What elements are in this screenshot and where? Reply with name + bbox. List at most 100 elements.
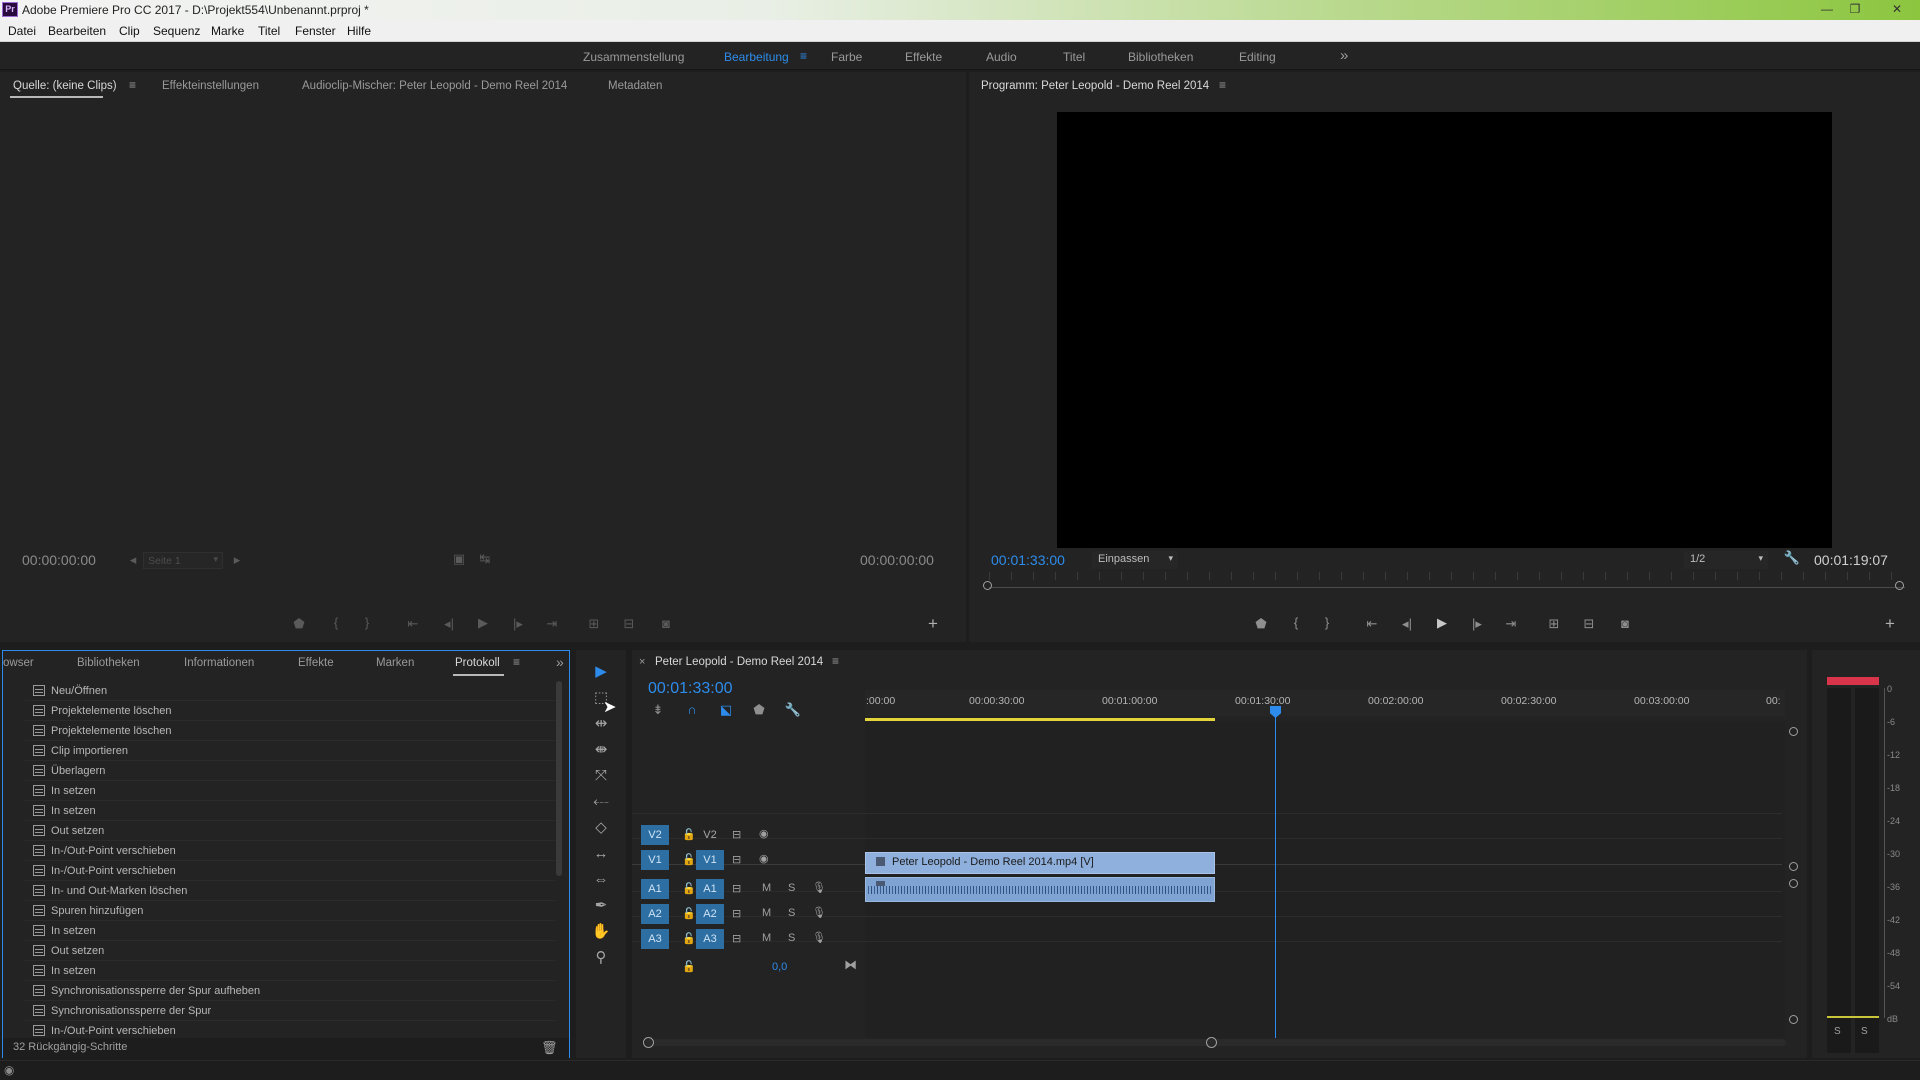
microphone-icon[interactable]: 🎙	[812, 931, 826, 944]
zoom-end-handle[interactable]	[1206, 1037, 1217, 1048]
tab-program[interactable]: Programm: Peter Leopold - Demo Reel 2014	[981, 80, 1209, 92]
vertical-scroll-handle[interactable]	[1789, 1015, 1798, 1024]
zoom-start-handle[interactable]	[643, 1037, 654, 1048]
overwrite-icon[interactable]: ⊟	[620, 616, 638, 632]
source-panel-menu-icon[interactable]: ≡	[129, 78, 136, 92]
track-target-a2[interactable]: A2	[696, 904, 724, 924]
step-forward-icon[interactable]: |▸	[1468, 616, 1486, 632]
go-to-in-icon[interactable]: ⇤	[404, 616, 422, 632]
page-select[interactable]: Seite 1 ▾	[143, 552, 223, 569]
sync-lock-icon[interactable]: ⊟	[732, 828, 741, 841]
history-item[interactable]: Synchronisationssperre der Spur	[25, 1001, 555, 1021]
source-timecode-current[interactable]: 00:00:00:00	[22, 552, 96, 568]
workspace-titel[interactable]: Titel	[1063, 50, 1085, 64]
history-item[interactable]: Neu/Öffnen	[25, 681, 555, 701]
vertical-scroll-handle[interactable]	[1789, 879, 1798, 888]
lock-icon[interactable]: 🔓	[682, 932, 696, 945]
lift-icon[interactable]: ⊞	[1545, 616, 1563, 632]
tab-markers[interactable]: Marken	[376, 657, 414, 669]
tab-effect-controls[interactable]: Effekteinstellungen	[162, 80, 259, 92]
nest-icon[interactable]: ⇟	[649, 702, 667, 718]
workspace-farbe[interactable]: Farbe	[831, 50, 862, 64]
page-prev-icon[interactable]: ◂	[124, 552, 142, 568]
menu-titel[interactable]: Titel	[258, 24, 280, 38]
eye-icon[interactable]: ◉	[759, 827, 769, 840]
fit-select[interactable]: Einpassen ▾	[1092, 551, 1178, 569]
mute-a1-button[interactable]: M	[762, 882, 771, 894]
tab-history[interactable]: Protokoll	[455, 657, 500, 669]
mark-in-icon[interactable]: {	[327, 615, 345, 630]
workspace-editing[interactable]: Editing	[1239, 50, 1276, 64]
go-to-out-icon[interactable]: ⇥	[543, 616, 561, 632]
scrubber-end-handle[interactable]	[1895, 581, 1904, 590]
program-panel-menu-icon[interactable]: ≡	[1219, 78, 1226, 92]
page-next-icon[interactable]: ▸	[228, 552, 246, 568]
playhead-line[interactable]	[1275, 708, 1276, 1038]
slip-tool-icon[interactable]: ↔	[590, 844, 612, 864]
vertical-scroll-handle[interactable]	[1789, 727, 1798, 736]
rate-stretch-tool-icon[interactable]: ⤧	[590, 766, 612, 786]
tab-sequence[interactable]: Peter Leopold - Demo Reel 2014	[655, 656, 823, 668]
workspace-audio[interactable]: Audio	[986, 50, 1017, 64]
safe-margins-icon[interactable]: ▣	[450, 551, 468, 567]
add-marker-icon[interactable]: ⬟	[750, 702, 768, 718]
linked-selection-icon[interactable]: ⬕	[717, 702, 735, 718]
track-target-v1[interactable]: V1	[696, 850, 724, 870]
history-item[interactable]: In-/Out-Point verschieben	[25, 841, 555, 861]
tab-metadata[interactable]: Metadaten	[608, 80, 662, 92]
step-back-icon[interactable]: ◂|	[440, 616, 458, 632]
mute-a2-button[interactable]: M	[762, 907, 771, 919]
source-patch-a1[interactable]: A1	[641, 879, 669, 899]
play-icon[interactable]: ▶	[1433, 615, 1451, 631]
program-video-frame[interactable]	[1057, 112, 1832, 548]
lock-icon[interactable]: 🔓	[682, 853, 696, 866]
track-target-a3[interactable]: A3	[696, 929, 724, 949]
source-patch-a2[interactable]: A2	[641, 904, 669, 924]
master-volume-value[interactable]: 0,0	[772, 961, 787, 973]
timeline-timecode[interactable]: 00:01:33:00	[648, 680, 733, 698]
insert-icon[interactable]: ⊞	[585, 616, 603, 632]
rolling-edit-tool-icon[interactable]: ⇼	[590, 740, 612, 760]
scrubber-start-handle[interactable]	[983, 581, 992, 590]
extract-icon[interactable]: ⊟	[1580, 616, 1598, 632]
go-to-out-icon[interactable]: ⇥	[1502, 616, 1520, 632]
workspace-bearbeitung[interactable]: Bearbeitung	[724, 50, 789, 64]
export-frame-icon[interactable]: ◙	[1616, 616, 1634, 631]
master-lock-icon[interactable]: 🔓	[682, 960, 696, 973]
workspace-overflow-icon[interactable]: »	[1340, 47, 1348, 64]
tab-audio-clip-mixer[interactable]: Audioclip-Mischer: Peter Leopold - Demo …	[302, 80, 567, 92]
play-icon[interactable]: ▶	[474, 615, 492, 631]
track-target-a1[interactable]: A1	[696, 879, 724, 899]
mark-out-icon[interactable]: }	[1318, 615, 1336, 630]
snap-magnet-icon[interactable]: ∩	[683, 702, 701, 717]
microphone-icon[interactable]: 🎙	[812, 906, 826, 919]
mark-in-icon[interactable]: {	[1287, 615, 1305, 630]
work-area-bar[interactable]	[865, 718, 1215, 721]
solo-left-button[interactable]: S	[1834, 1026, 1841, 1037]
resolution-select[interactable]: 1/2 ▾	[1684, 551, 1768, 569]
history-item[interactable]: Projektelemente löschen	[25, 701, 555, 721]
eye-icon[interactable]: ◉	[759, 852, 769, 865]
program-timecode-current[interactable]: 00:01:33:00	[991, 552, 1065, 568]
history-item[interactable]: Überlagern	[25, 761, 555, 781]
slide-tool-icon[interactable]: ⇔	[590, 870, 612, 890]
history-item[interactable]: Spuren hinzufügen	[25, 901, 555, 921]
audio-clip[interactable]	[865, 877, 1215, 902]
history-item[interactable]: In setzen	[25, 781, 555, 801]
workspace-effekte[interactable]: Effekte	[905, 50, 942, 64]
maximize-button[interactable]: ❐	[1842, 1, 1868, 17]
microphone-icon[interactable]: 🎙	[812, 881, 826, 894]
history-item[interactable]: Synchronisationssperre der Spur aufheben	[25, 981, 555, 1001]
go-to-in-icon[interactable]: ⇤	[1363, 616, 1381, 632]
history-item[interactable]: In- und Out-Marken löschen	[25, 881, 555, 901]
sync-lock-icon[interactable]: ⊟	[732, 853, 741, 866]
add-button-icon[interactable]: +	[1881, 614, 1899, 634]
menu-hilfe[interactable]: Hilfe	[347, 24, 371, 38]
solo-a2-button[interactable]: S	[788, 907, 795, 919]
history-item[interactable]: In setzen	[25, 801, 555, 821]
tab-libraries[interactable]: Bibliotheken	[77, 657, 140, 669]
zoom-tool-icon[interactable]: ⚲	[590, 948, 612, 968]
wrench-icon[interactable]: 🔧	[1783, 550, 1801, 566]
tab-info[interactable]: Informationen	[184, 657, 254, 669]
menu-sequenz[interactable]: Sequenz	[153, 24, 200, 38]
